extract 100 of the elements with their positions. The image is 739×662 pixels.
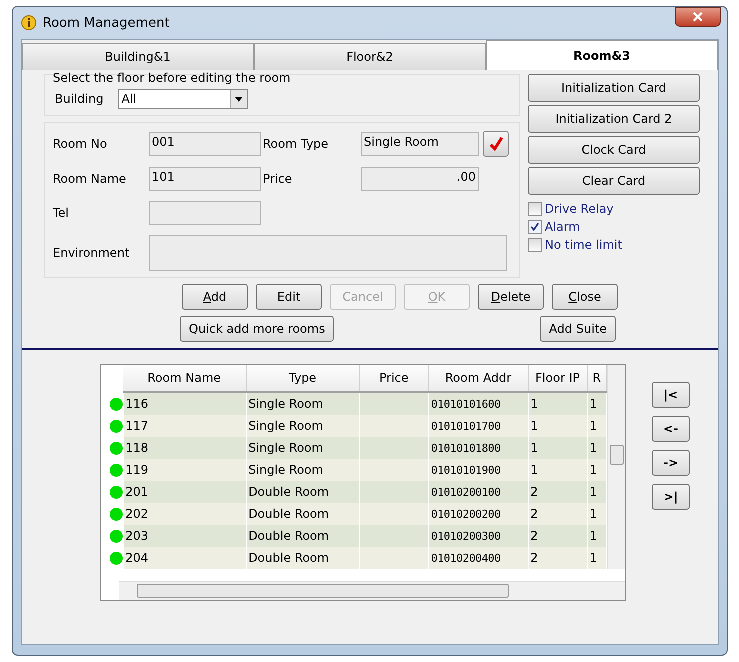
table-cell: 201 <box>123 481 246 503</box>
card-button[interactable]: Initialization Card 2 <box>528 105 700 133</box>
info-icon <box>21 15 37 31</box>
window-title: Room Management <box>43 16 170 30</box>
room-no-field[interactable]: 001 <box>149 132 261 156</box>
table-cell: 1 <box>587 503 606 525</box>
table-cell: Double Room <box>246 481 360 503</box>
table-cell: 01010101900 <box>428 459 528 481</box>
table-cell: Double Room <box>246 547 360 569</box>
table-cell <box>360 503 429 525</box>
action-button[interactable]: Delete <box>478 284 544 310</box>
table-cell: 1 <box>528 459 588 481</box>
tab[interactable]: Room&3 <box>486 40 718 70</box>
nav-button[interactable]: >| <box>652 484 690 510</box>
checkbox-label: Alarm <box>545 220 580 234</box>
table-cell: 116 <box>123 392 246 415</box>
action-button[interactable]: Add <box>182 284 248 310</box>
action-button[interactable]: Edit <box>256 284 322 310</box>
table-cell: 1 <box>587 392 606 415</box>
table-cell: 01010101600 <box>428 392 528 415</box>
table-cell: Double Room <box>246 503 360 525</box>
table-cell: 1 <box>528 437 588 459</box>
close-button[interactable] <box>675 7 721 27</box>
column-header[interactable]: R <box>587 365 606 392</box>
table-cell: 202 <box>123 503 246 525</box>
table-cell: 01010200300 <box>428 525 528 547</box>
table-cell: 203 <box>123 525 246 547</box>
close-icon <box>693 12 703 22</box>
field-label: Room Name <box>52 172 128 186</box>
column-header[interactable]: Floor IP <box>528 365 588 392</box>
table-cell: Single Room <box>246 392 360 415</box>
table-cell: 1 <box>587 415 606 437</box>
room-type-field[interactable]: Single Room <box>361 132 479 156</box>
table-cell: 01010200100 <box>428 481 528 503</box>
table-cell: 2 <box>528 481 588 503</box>
field-label: Environment <box>52 246 131 260</box>
checkmark-icon <box>488 136 504 152</box>
table-cell: 1 <box>528 392 588 415</box>
column-header[interactable]: Room Addr <box>428 365 528 392</box>
environment-field[interactable] <box>149 235 507 271</box>
table-cell <box>360 547 429 569</box>
table-cell: 2 <box>528 503 588 525</box>
table-cell <box>360 437 429 459</box>
field-label: Room Type <box>262 137 330 151</box>
table-cell: 01010101700 <box>428 415 528 437</box>
column-header[interactable]: Type <box>246 365 360 392</box>
table-cell: 1 <box>587 547 606 569</box>
column-header[interactable]: Price <box>360 365 429 392</box>
checkmark-button[interactable] <box>483 131 509 157</box>
horizontal-scrollbar[interactable] <box>119 581 625 600</box>
table-cell: Single Room <box>246 437 360 459</box>
field-label: Tel <box>52 206 70 220</box>
field-label: Price <box>262 172 294 186</box>
checkbox[interactable] <box>528 220 542 234</box>
action-button[interactable]: Close <box>552 284 618 310</box>
table-cell: 1 <box>587 459 606 481</box>
nav-button[interactable]: |< <box>652 382 690 408</box>
table-cell <box>360 481 429 503</box>
table-cell <box>360 415 429 437</box>
table-cell <box>360 392 429 415</box>
table-cell: 01010200200 <box>428 503 528 525</box>
tel-field[interactable] <box>149 201 261 225</box>
caret-icon <box>234 96 243 102</box>
price-field[interactable]: .00 <box>361 167 479 191</box>
nav-button[interactable]: <- <box>652 416 690 442</box>
card-button[interactable]: Clock Card <box>528 136 700 164</box>
tab[interactable]: Building&1 <box>22 43 254 70</box>
add-suite-button[interactable]: Add Suite <box>540 316 616 342</box>
column-header[interactable]: Room Name <box>123 365 246 392</box>
building-dropdown[interactable]: All <box>118 89 248 109</box>
checkbox[interactable] <box>528 238 542 252</box>
card-button[interactable]: Clear Card <box>528 167 700 195</box>
table-cell: 2 <box>528 547 588 569</box>
table-cell: 119 <box>123 459 246 481</box>
table-cell: 117 <box>123 415 246 437</box>
table-cell: 204 <box>123 547 246 569</box>
table-cell: 1 <box>587 481 606 503</box>
quick-add-button[interactable]: Quick add more rooms <box>180 316 334 342</box>
nav-button[interactable]: -> <box>652 450 690 476</box>
table-cell: Single Room <box>246 415 360 437</box>
table-cell: Single Room <box>246 459 360 481</box>
table-cell: 01010101800 <box>428 437 528 459</box>
table-cell <box>360 459 429 481</box>
group-legend: Select the floor before editing the room <box>53 71 511 85</box>
table-cell: 118 <box>123 437 246 459</box>
table-cell: 01010200400 <box>428 547 528 569</box>
table-cell: Double Room <box>246 525 360 547</box>
field-label: Building <box>54 92 104 106</box>
card-button[interactable]: Initialization Card <box>528 74 700 102</box>
checkbox-label: Drive Relay <box>545 202 614 216</box>
checkbox-label: No time limit <box>545 238 622 252</box>
checkbox[interactable] <box>528 202 542 216</box>
tab[interactable]: Floor&2 <box>254 43 486 70</box>
table-cell: 1 <box>587 525 606 547</box>
room-name-field[interactable]: 101 <box>149 167 261 191</box>
field-label: Room No <box>52 137 108 151</box>
vertical-scrollbar[interactable] <box>607 365 625 569</box>
table-cell: 1 <box>587 437 606 459</box>
table-cell <box>360 525 429 547</box>
table-cell: 2 <box>528 525 588 547</box>
